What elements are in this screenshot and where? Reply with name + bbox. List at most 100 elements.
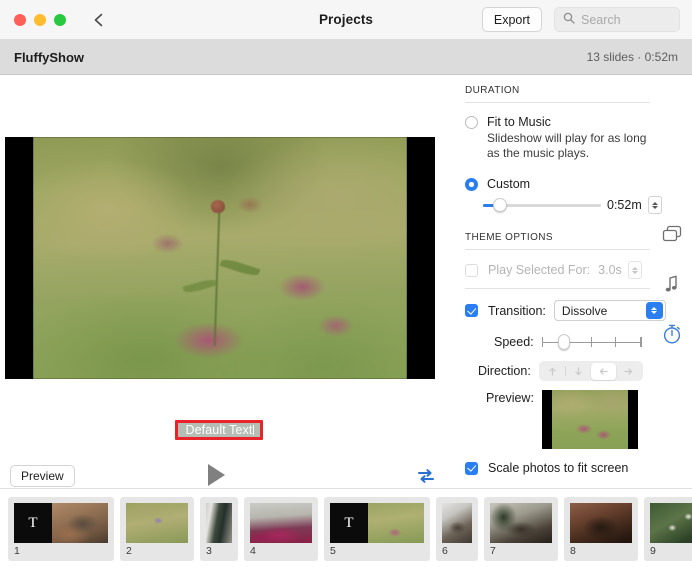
slide-number: 7 — [490, 545, 496, 557]
slide-thumbnail — [126, 503, 188, 543]
duration-slider[interactable] — [483, 198, 601, 212]
chevron-left-icon[interactable] — [88, 10, 108, 30]
divider — [465, 288, 650, 289]
slider-tick — [640, 337, 642, 347]
play-selected-label: Play Selected For: — [488, 263, 591, 277]
transition-preview-label: Preview: — [486, 391, 534, 405]
text-caret — [252, 425, 254, 435]
slides-stack-icon[interactable] — [660, 222, 684, 246]
photo-detail-leaf — [182, 277, 218, 295]
transition-label: Transition: — [488, 303, 546, 318]
slide-number: 3 — [206, 545, 212, 557]
slide-thumbnail — [650, 503, 692, 543]
divider — [465, 249, 650, 250]
slide-number: 5 — [330, 545, 336, 557]
transition-checkbox[interactable] — [465, 304, 478, 317]
play-icon[interactable] — [208, 464, 225, 486]
slide-thumbnail — [206, 503, 232, 543]
transition-select[interactable]: Dissolve — [553, 300, 666, 321]
stepper-down-icon[interactable] — [651, 205, 658, 209]
slide-thumbnail — [250, 503, 312, 543]
list-item[interactable]: T 5 — [324, 497, 430, 561]
speed-slider[interactable] — [541, 334, 642, 350]
list-item[interactable]: 4 — [244, 497, 318, 561]
loop-repeat-icon[interactable] — [415, 465, 437, 487]
slide-photo-thumb — [52, 503, 108, 543]
letterbox-bar-left — [5, 137, 33, 379]
slider-tick — [614, 337, 617, 347]
slide-text-value: Default Text — [185, 423, 253, 437]
filmstrip[interactable]: T 1 2 3 4 T 5 6 7 8 9 — [0, 488, 692, 568]
list-item[interactable]: T 1 — [8, 497, 114, 561]
slide-photo-thumb — [442, 503, 472, 543]
custom-duration-radio[interactable] — [465, 178, 478, 191]
stepper-up-icon[interactable] — [631, 266, 638, 270]
direction-label: Direction: — [478, 364, 531, 378]
scale-photos-checkbox[interactable] — [465, 461, 478, 475]
list-item[interactable]: 7 — [484, 497, 558, 561]
slide-canvas[interactable] — [5, 137, 435, 379]
duration-stepper[interactable] — [647, 196, 662, 214]
project-bar: FluffyShow 13 slides · 0:52m — [0, 40, 692, 75]
scale-photos-row[interactable]: Scale photos to fit screen — [465, 461, 692, 475]
slide-thumbnail: T — [14, 503, 108, 543]
list-item[interactable]: 6 — [436, 497, 478, 561]
stepper-up-icon[interactable] — [651, 201, 658, 205]
custom-duration-option[interactable]: Custom — [465, 177, 692, 191]
photo-detail-stem — [213, 209, 221, 346]
slide-thumbnail — [442, 503, 472, 543]
slide-photo-thumb — [126, 503, 188, 543]
close-button[interactable] — [14, 13, 26, 26]
slider-tick — [590, 337, 593, 347]
direction-left-button[interactable] — [591, 362, 617, 380]
minimize-button[interactable] — [34, 13, 46, 26]
fit-to-music-option[interactable]: Fit to Music — [465, 115, 692, 129]
list-item[interactable]: 2 — [120, 497, 194, 561]
slide-text-block: T — [330, 503, 368, 543]
slider-knob[interactable] — [493, 198, 507, 212]
photo-detail-bud — [210, 199, 225, 213]
slide-number: 1 — [14, 545, 20, 557]
play-selected-value: 3.0s — [598, 263, 622, 277]
slide-thumbnail — [490, 503, 552, 543]
slide-thumbnail — [570, 503, 632, 543]
slider-tick — [541, 337, 544, 347]
list-item[interactable]: 3 — [200, 497, 238, 561]
app-window: Projects Export Search FluffyShow 13 sli… — [0, 0, 692, 568]
direction-right-button[interactable] — [616, 363, 641, 380]
slide-photo-thumb — [368, 503, 424, 543]
stepper-down-icon[interactable] — [631, 270, 638, 274]
divider — [465, 102, 650, 103]
fit-to-music-label: Fit to Music — [487, 115, 551, 129]
direction-down-button[interactable] — [566, 363, 591, 380]
list-item[interactable]: 8 — [564, 497, 638, 561]
transition-selected-value: Dissolve — [561, 303, 608, 318]
zoom-button[interactable] — [54, 13, 66, 26]
fit-to-music-description: Slideshow will play for as long as the m… — [487, 131, 647, 160]
speed-slider-knob[interactable] — [557, 334, 570, 350]
timer-clock-icon[interactable] — [660, 322, 684, 346]
letterbox-bar-right — [407, 137, 435, 379]
transition-preview-thumbnail — [541, 390, 638, 449]
slide-photo-thumb — [206, 503, 232, 543]
fit-to-music-radio[interactable] — [465, 116, 478, 129]
stage-area: Default Text Preview — [0, 75, 455, 487]
play-selected-stepper[interactable] — [627, 261, 642, 279]
slide-number: 8 — [570, 545, 576, 557]
slide-text-field[interactable]: Default Text — [178, 423, 260, 437]
export-button[interactable]: Export — [481, 7, 542, 32]
slide-photo-thumb — [650, 503, 692, 543]
list-item[interactable]: 9 — [644, 497, 692, 561]
slide-photo-thumb — [490, 503, 552, 543]
photo-detail-leaf — [219, 256, 261, 278]
preview-button[interactable]: Preview — [10, 465, 75, 487]
slide-text-overlay[interactable]: Default Text — [175, 420, 263, 440]
window-controls — [14, 13, 66, 26]
play-selected-checkbox[interactable] — [465, 263, 478, 277]
direction-segmented-control — [538, 361, 643, 381]
slide-number: 6 — [442, 545, 448, 557]
music-note-icon[interactable] — [660, 272, 684, 296]
search-input[interactable]: Search — [554, 7, 680, 32]
direction-up-button[interactable] — [540, 363, 565, 380]
project-meta: 13 slides · 0:52m — [586, 50, 678, 64]
